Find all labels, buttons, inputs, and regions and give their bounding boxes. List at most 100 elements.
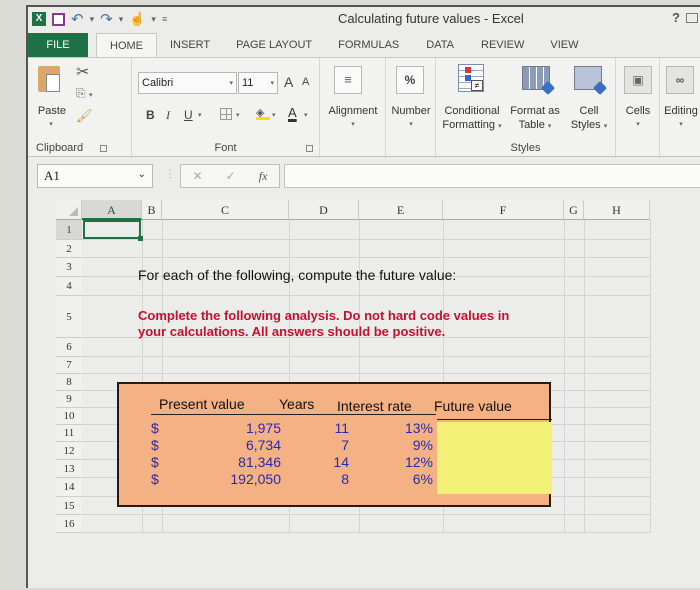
editing-dropdown-icon[interactable]: ▾ (660, 118, 700, 132)
font-size-dropdown-icon[interactable]: ▾ (270, 79, 274, 87)
column-header-d[interactable]: D (289, 200, 359, 220)
italic-button[interactable]: I (166, 108, 170, 123)
tab-file[interactable]: FILE (28, 33, 88, 57)
column-header-f[interactable]: F (443, 200, 564, 220)
cell-styles-button[interactable]: Cell Styles ▾ (564, 104, 614, 134)
font-name-select[interactable]: Calibri ▾ (138, 72, 237, 94)
paste-icon[interactable] (38, 66, 60, 92)
interest-rate-cell[interactable]: 12% (349, 454, 433, 470)
copy-icon[interactable]: ⎘ ▾ (76, 86, 92, 101)
row-header-14[interactable]: 14 (56, 478, 82, 497)
row-header-7[interactable]: 7 (56, 357, 82, 374)
present-value-cell[interactable]: 192,050 (179, 471, 281, 487)
cancel-entry-icon[interactable]: ✕ (193, 169, 203, 183)
number-dropdown-icon[interactable]: ▾ (386, 118, 436, 132)
interest-rate-cell[interactable]: 9% (349, 437, 433, 453)
insert-function-icon[interactable]: fx (259, 169, 268, 184)
find-binoculars-icon[interactable]: ∞ (666, 66, 694, 94)
cut-icon[interactable]: ✂ (76, 62, 89, 82)
paste-button[interactable]: Paste (34, 104, 70, 118)
row-header-16[interactable]: 16 (56, 515, 82, 533)
row-header-10[interactable]: 10 (56, 408, 82, 425)
alignment-button[interactable]: Alignment (320, 104, 386, 118)
cell-styles-icon[interactable] (574, 66, 608, 96)
currency-symbol[interactable]: $ (151, 437, 159, 453)
grow-font-icon[interactable]: A (284, 74, 293, 90)
customize-qat-icon[interactable]: ≡ (162, 14, 167, 24)
alignment-dropdown-icon[interactable]: ▾ (320, 118, 386, 132)
years-cell[interactable]: 7 (289, 437, 349, 453)
formula-input[interactable] (284, 164, 700, 188)
tab-review[interactable]: REVIEW (468, 33, 537, 57)
name-box-dropdown-icon[interactable]: ⌄ (138, 169, 146, 180)
future-value-input-area[interactable] (437, 422, 552, 494)
row-header-3[interactable]: 3 (56, 258, 82, 277)
bold-button[interactable]: B (146, 108, 155, 122)
font-name-dropdown-icon[interactable]: ▾ (229, 79, 233, 87)
row-header-12[interactable]: 12 (56, 442, 82, 460)
column-header-h[interactable]: H (584, 200, 650, 220)
row-header-5[interactable]: 5 (56, 296, 82, 338)
row-header-6[interactable]: 6 (56, 338, 82, 357)
cells-icon[interactable]: ▣ (624, 66, 652, 94)
redo-icon[interactable]: ↷ (100, 10, 113, 28)
excel-logo-icon[interactable]: X (32, 12, 46, 26)
save-icon[interactable] (52, 12, 65, 26)
tab-page-layout[interactable]: PAGE LAYOUT (223, 33, 325, 57)
column-header-c[interactable]: C (162, 200, 289, 220)
format-as-table-icon[interactable] (522, 66, 556, 96)
tab-insert[interactable]: INSERT (157, 33, 223, 57)
touch-mode-icon[interactable]: ☝ (129, 11, 145, 27)
font-color-icon[interactable]: A (288, 105, 297, 120)
fill-color-dropdown-icon[interactable]: ▾ (272, 111, 276, 119)
format-as-table-button[interactable]: Format as Table ▾ (506, 104, 564, 134)
row-header-1[interactable]: 1 (56, 220, 82, 240)
shrink-font-icon[interactable]: A (302, 76, 309, 88)
tab-data[interactable]: DATA (412, 33, 468, 57)
tab-home[interactable]: HOME (96, 33, 157, 57)
font-launcher-icon[interactable] (306, 145, 313, 152)
tab-view[interactable]: VIEW (537, 33, 591, 57)
redo-dropdown-icon[interactable]: ▾ (119, 14, 124, 25)
present-value-cell[interactable]: 1,975 (179, 420, 281, 436)
row-header-8[interactable]: 8 (56, 374, 82, 391)
font-color-dropdown-icon[interactable]: ▾ (304, 111, 308, 119)
undo-icon[interactable]: ↶ (71, 10, 84, 28)
conditional-formatting-button[interactable]: Conditional Formatting ▾ (436, 104, 508, 134)
present-value-cell[interactable]: 6,734 (179, 437, 281, 453)
name-box[interactable]: A1 ⌄ (37, 164, 153, 188)
borders-dropdown-icon[interactable]: ▾ (236, 111, 240, 119)
editing-button[interactable]: Editing (654, 104, 700, 118)
present-value-cell[interactable]: 81,346 (179, 454, 281, 470)
row-header-11[interactable]: 11 (56, 425, 82, 442)
underline-dropdown-icon[interactable]: ▾ (198, 111, 202, 119)
formula-bar-resize-handle[interactable]: ⋮ (165, 169, 175, 180)
row-header-4[interactable]: 4 (56, 277, 82, 296)
format-painter-icon[interactable]: 🖌 (76, 108, 93, 124)
currency-symbol[interactable]: $ (151, 420, 159, 436)
row-header-13[interactable]: 13 (56, 460, 82, 478)
ribbon-display-options-icon[interactable] (686, 13, 698, 23)
years-cell[interactable]: 14 (289, 454, 349, 470)
confirm-entry-icon[interactable]: ✓ (226, 169, 236, 183)
select-all-button[interactable] (56, 200, 82, 220)
years-cell[interactable]: 8 (289, 471, 349, 487)
years-cell[interactable]: 11 (289, 420, 349, 436)
paste-dropdown-icon[interactable]: ▾ (46, 118, 56, 132)
touch-dropdown-icon[interactable]: ▾ (151, 14, 156, 25)
interest-rate-cell[interactable]: 13% (349, 420, 433, 436)
alignment-icon[interactable]: ≡ (334, 66, 362, 94)
font-size-select[interactable]: 11 ▾ (238, 72, 278, 94)
cells-dropdown-icon[interactable]: ▾ (616, 118, 660, 132)
undo-dropdown-icon[interactable]: ▾ (90, 14, 95, 25)
fill-color-icon[interactable]: ◈ (256, 106, 270, 120)
clipboard-launcher-icon[interactable] (100, 145, 107, 152)
number-button[interactable]: Number (386, 104, 436, 118)
column-header-g[interactable]: G (564, 200, 584, 220)
help-icon[interactable]: ? (672, 10, 680, 25)
tab-formulas[interactable]: FORMULAS (325, 33, 412, 57)
borders-icon[interactable] (220, 108, 232, 120)
currency-symbol[interactable]: $ (151, 471, 159, 487)
column-header-e[interactable]: E (359, 200, 443, 220)
row-header-2[interactable]: 2 (56, 240, 82, 258)
